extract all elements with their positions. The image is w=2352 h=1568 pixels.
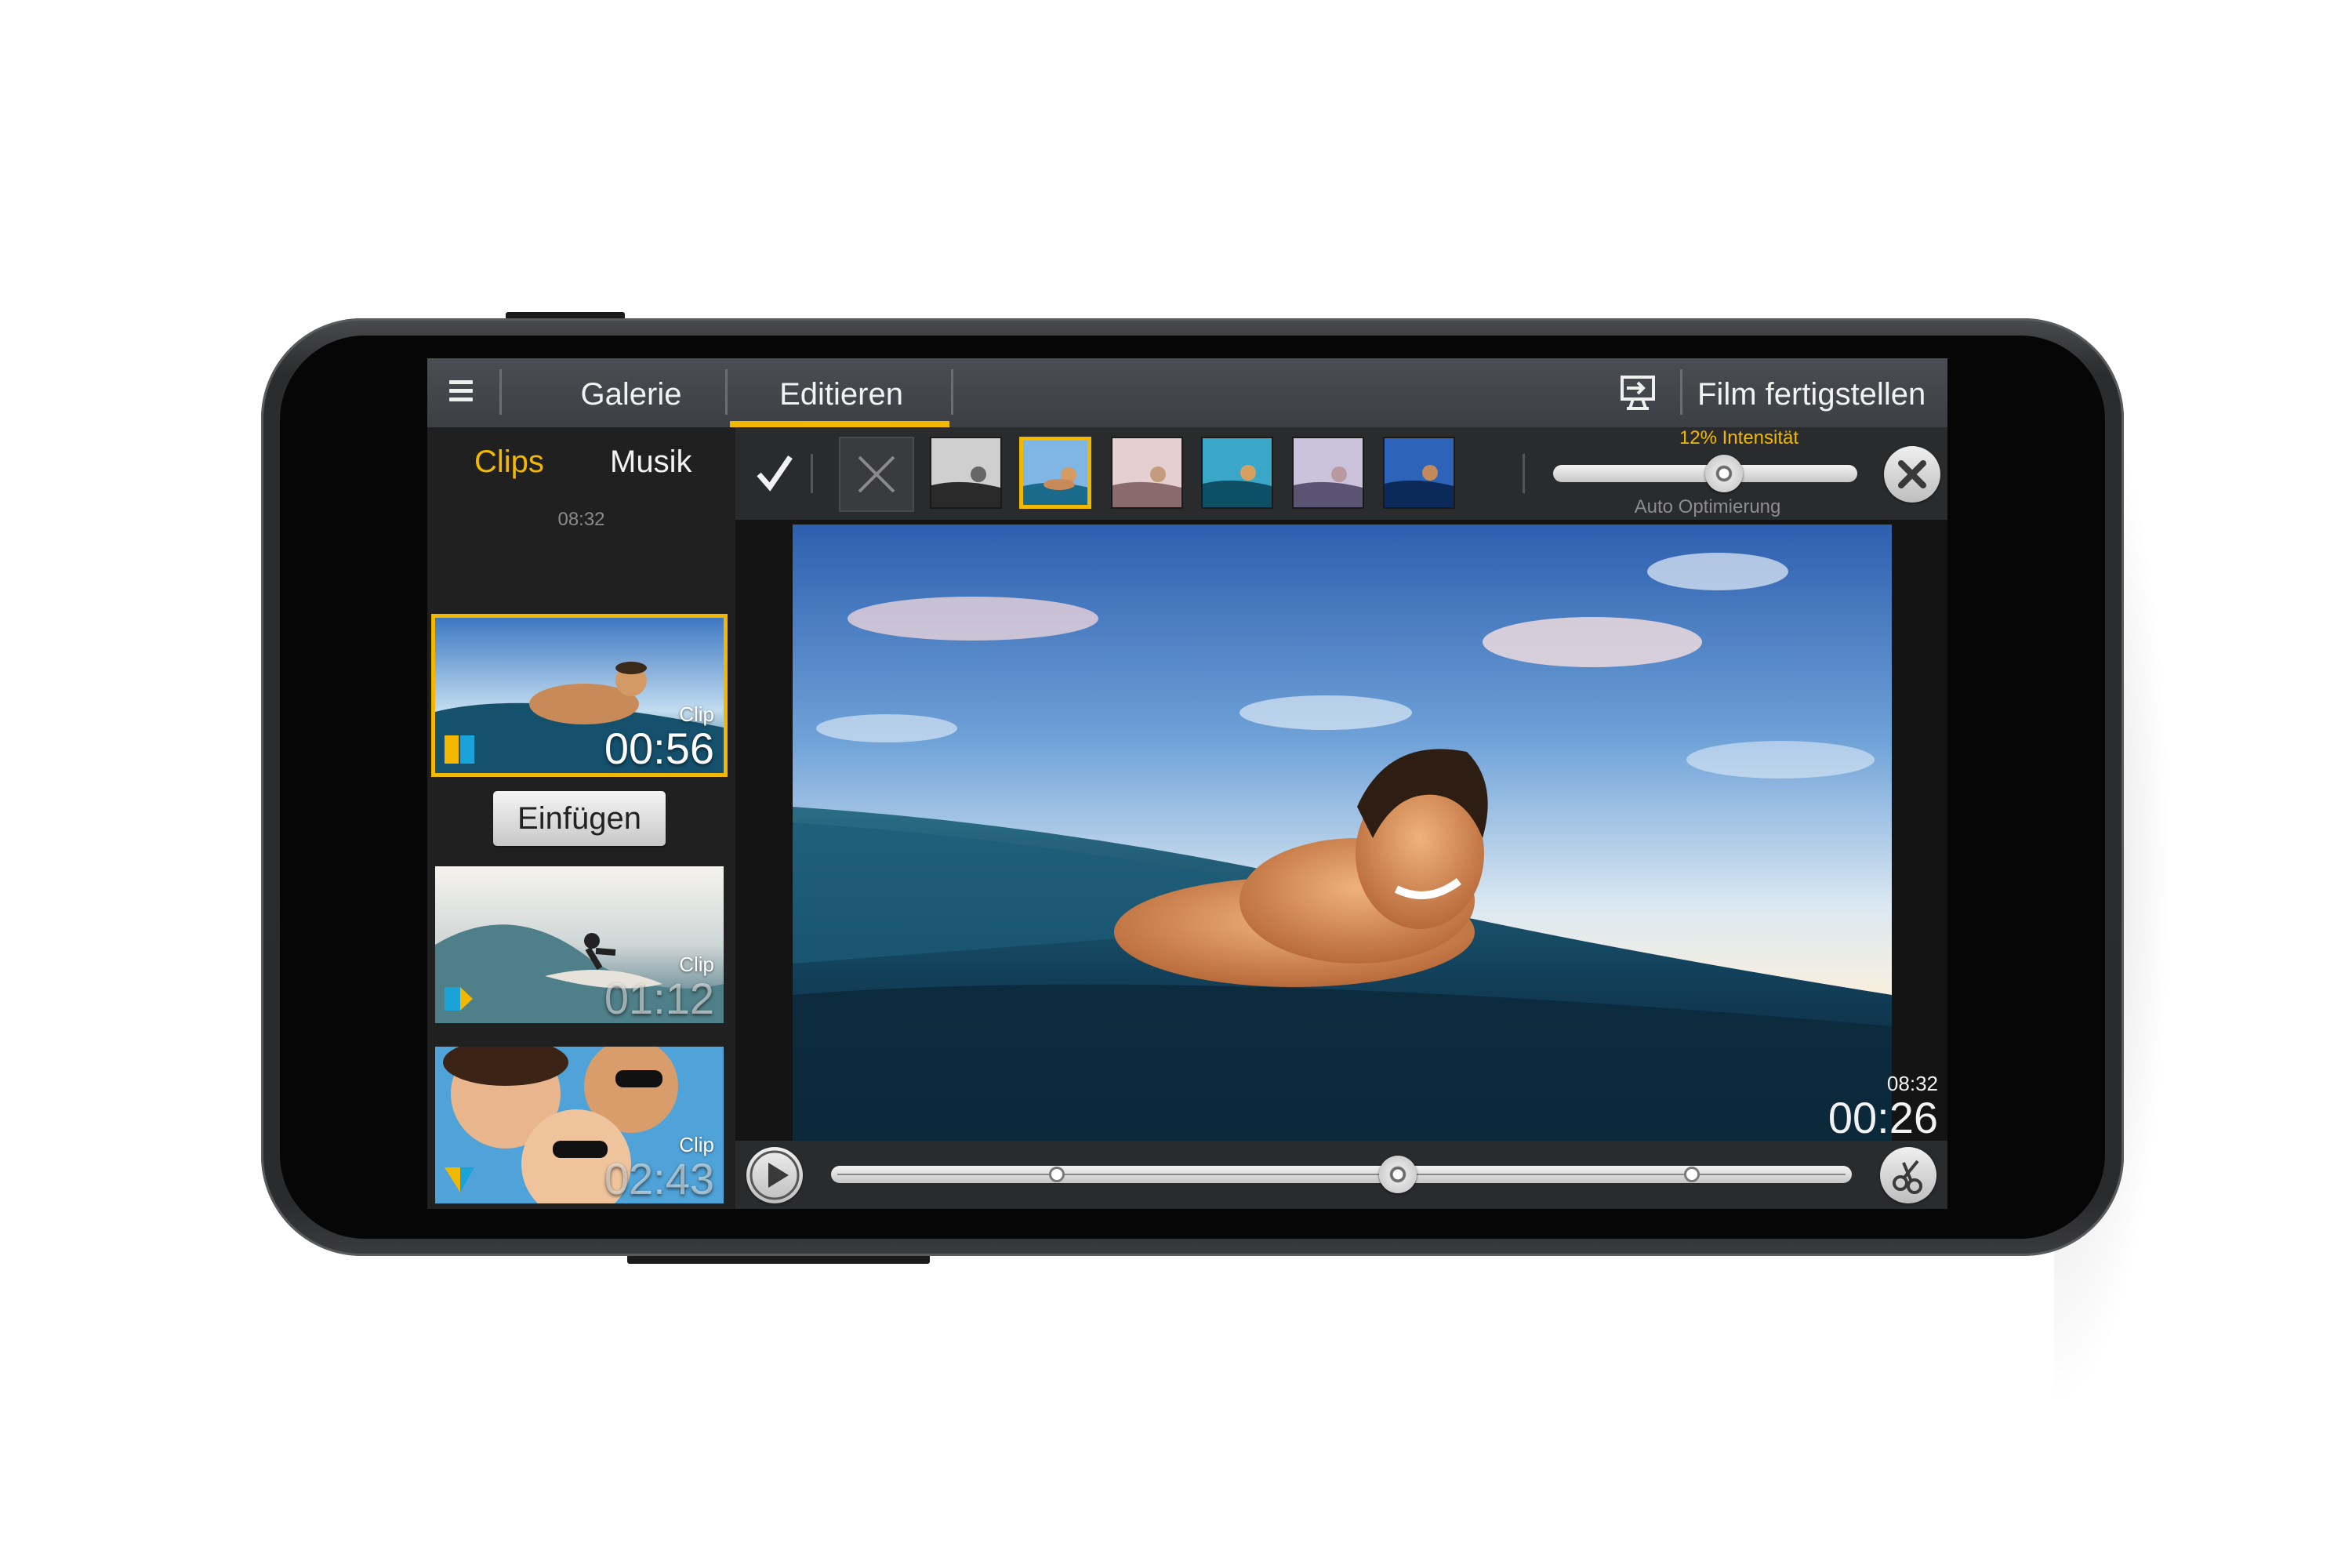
top-navigation-bar: Galerie Editieren Film fertigstellen	[427, 358, 1947, 427]
total-duration: 08:32	[557, 509, 605, 530]
tab-galerie[interactable]: Galerie	[506, 358, 757, 427]
divider	[499, 369, 502, 415]
intensity-slider-handle[interactable]	[1705, 455, 1743, 492]
video-preview[interactable]	[793, 524, 1892, 1141]
clip-duration: 02:43	[604, 1154, 714, 1203]
filter-black-white[interactable]	[930, 437, 1002, 509]
clips-panel: Clips Musik 08:32 Clip 00:56 Einfügen Cl…	[427, 427, 735, 1209]
timeline-marker[interactable]	[1049, 1167, 1065, 1182]
clip-duration: 00:56	[604, 724, 714, 773]
filter-deep-blue[interactable]	[1383, 437, 1455, 509]
divider	[725, 369, 728, 415]
cross-icon[interactable]	[839, 437, 914, 512]
filter-toolbar: 12% Intensität Auto Optimierung	[735, 427, 1947, 520]
finish-film-button[interactable]: Film fertigstellen	[1697, 358, 1926, 427]
intensity-label: 12% Intensität	[1679, 427, 1799, 448]
tab-clips[interactable]: Clips	[474, 445, 544, 480]
export-screen-icon[interactable]	[1619, 372, 1660, 413]
clip-thumbnail-selected[interactable]: Clip 00:56	[431, 614, 728, 777]
filter-lavender[interactable]	[1292, 437, 1364, 509]
preview-current-time: 00:26	[1828, 1093, 1938, 1142]
filter-cool[interactable]	[1201, 437, 1273, 509]
filter-warm-fade[interactable]	[1111, 437, 1183, 509]
clip-thumbnail[interactable]: Clip 01:12	[435, 866, 724, 1023]
app-screen: Galerie Editieren Film fertigstellen Cli…	[427, 358, 1947, 1209]
clip-type-badge-icon	[445, 984, 476, 1015]
scissors-icon[interactable]	[1880, 1147, 1936, 1203]
clip-type-badge-icon	[445, 1164, 476, 1196]
filter-original-selected[interactable]	[1019, 437, 1091, 509]
tab-editieren[interactable]: Editieren	[731, 358, 951, 427]
timeline-bar	[735, 1141, 1947, 1209]
hamburger-menu-icon[interactable]	[449, 380, 473, 404]
insert-button[interactable]: Einfügen	[493, 791, 666, 846]
tab-musik[interactable]: Musik	[610, 445, 691, 480]
timeline-playhead[interactable]	[1379, 1156, 1417, 1193]
divider	[951, 369, 953, 415]
timeline-marker[interactable]	[1684, 1167, 1700, 1182]
clip-duration: 01:12	[604, 974, 714, 1023]
clip-thumbnail[interactable]: Clip 02:43	[435, 1047, 724, 1203]
checkmark-icon[interactable]	[751, 449, 798, 496]
play-icon[interactable]	[746, 1147, 803, 1203]
divider	[811, 454, 813, 493]
clip-type-badge-icon	[445, 735, 476, 767]
active-tab-indicator	[730, 421, 949, 427]
auto-optimize-label: Auto Optimierung	[1634, 496, 1781, 517]
divider	[1523, 454, 1525, 493]
divider	[1680, 369, 1682, 415]
close-circle-icon[interactable]	[1884, 446, 1940, 503]
